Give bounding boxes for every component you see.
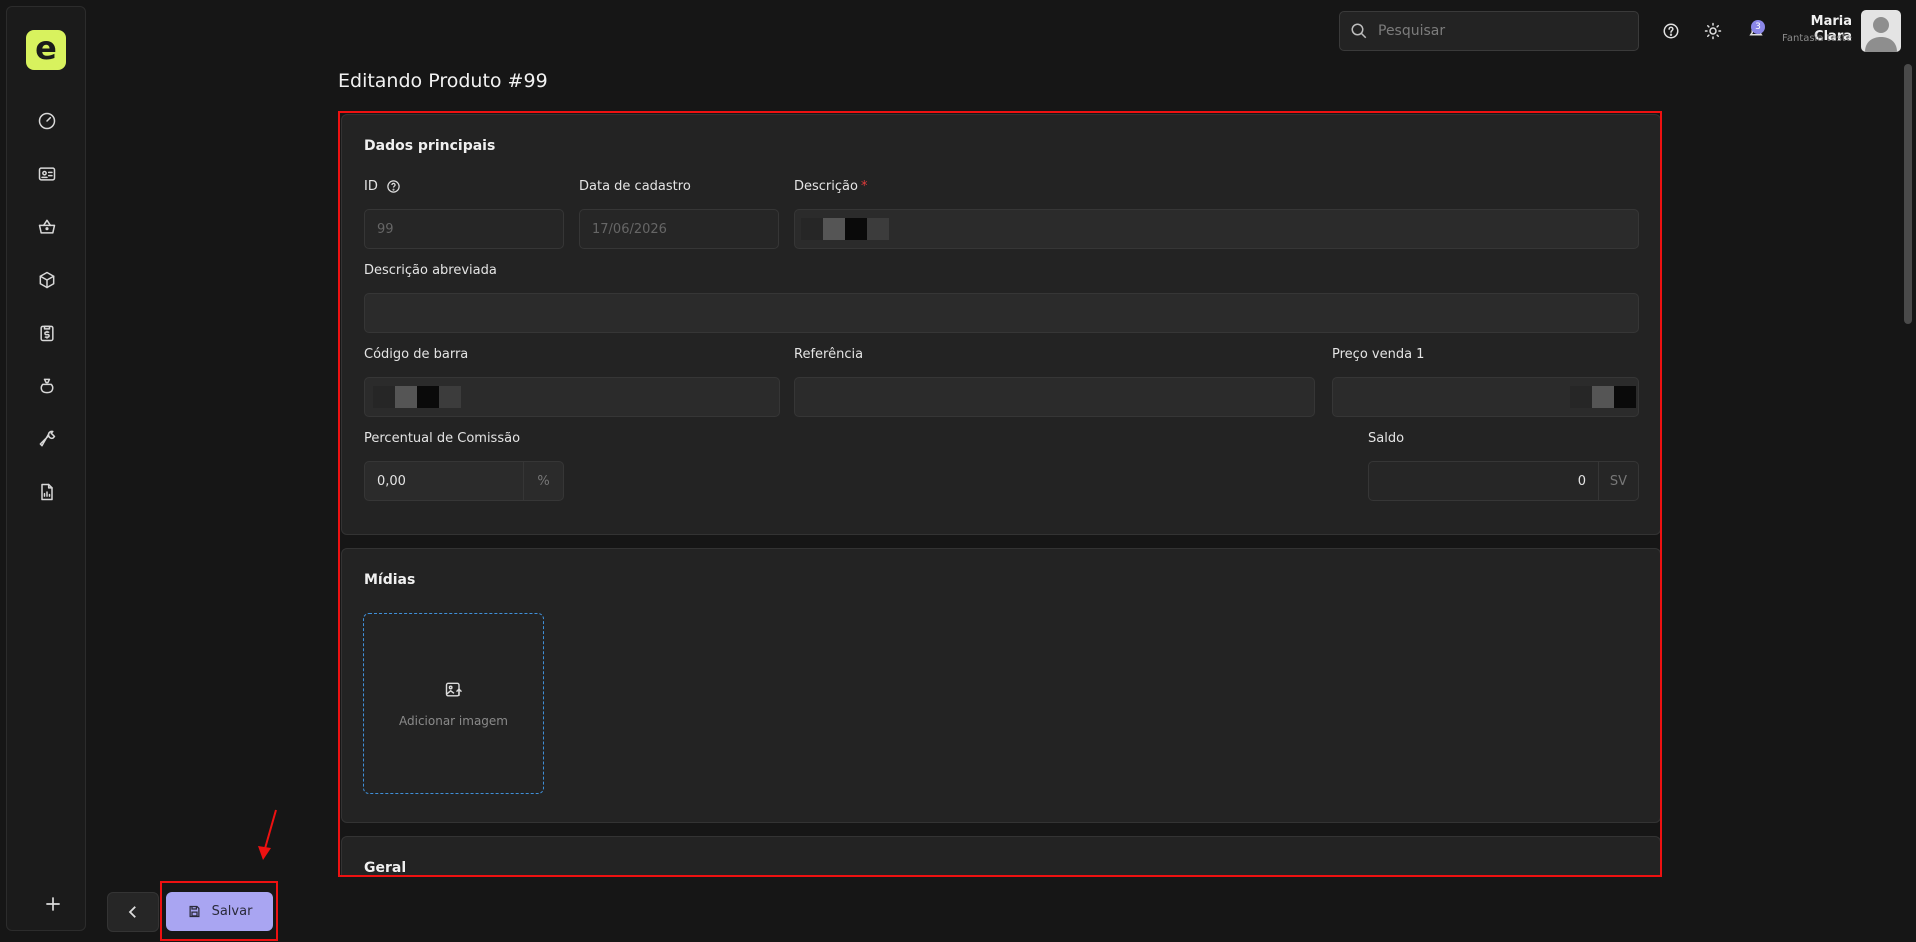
short-description-input[interactable] <box>364 293 1639 333</box>
description-label: Descrição <box>794 179 858 194</box>
id-value: 99 <box>377 221 394 237</box>
balance-value: 0 <box>1577 473 1586 489</box>
add-image-label: Adicionar imagem <box>399 713 508 728</box>
back-button[interactable] <box>107 892 159 932</box>
box-icon[interactable] <box>32 265 62 295</box>
commission-label: Percentual de Comissão <box>364 431 521 446</box>
theme-toggle-sun-icon[interactable] <box>1700 18 1726 44</box>
id-card-icon[interactable] <box>32 159 62 189</box>
date-label: Data de cadastro <box>579 179 691 194</box>
main-data-card: Dados principais ID 99 Data de cadastro … <box>341 114 1660 535</box>
plus-icon[interactable] <box>40 891 66 917</box>
general-card: Geral <box>341 836 1660 876</box>
notification-badge: 3 <box>1751 20 1765 34</box>
logo-letter: e <box>35 29 57 67</box>
balance-label: Saldo <box>1368 431 1405 446</box>
image-upload-icon <box>445 682 462 697</box>
required-marker: * <box>860 179 868 194</box>
page-title: Editando Produto #99 <box>338 70 548 92</box>
save-button[interactable]: Salvar <box>166 892 273 931</box>
date-value: 17/06/2026 <box>592 221 667 237</box>
add-image-dropzone[interactable]: Adicionar imagem <box>363 613 544 794</box>
reference-input[interactable] <box>794 377 1315 417</box>
commission-input[interactable]: 0,00 % <box>364 461 564 501</box>
reference-label: Referência <box>794 347 864 362</box>
search-icon <box>1351 23 1367 39</box>
app-logo[interactable]: e <box>26 30 66 70</box>
save-label: Salvar <box>211 904 253 919</box>
short-description-label: Descrição abreviada <box>364 263 497 278</box>
chevron-left-icon <box>128 906 136 918</box>
id-help-icon[interactable] <box>386 179 401 194</box>
price-label: Preço venda 1 <box>1332 347 1425 362</box>
balance-field: 0 SV <box>1368 461 1639 501</box>
annotation-arrow-icon <box>258 809 277 860</box>
barcode-label: Código de barra <box>364 347 469 362</box>
price-input[interactable] <box>1332 377 1639 417</box>
money-bag-icon[interactable] <box>32 371 62 401</box>
page-scrollbar[interactable] <box>1904 64 1912 324</box>
media-title: Mídias <box>364 572 416 588</box>
clipboard-dollar-icon[interactable] <box>32 318 62 348</box>
description-label-wrap: Descrição * <box>794 179 867 194</box>
main-data-title: Dados principais <box>364 138 496 154</box>
percent-addon: % <box>523 462 563 500</box>
date-field: 17/06/2026 <box>579 209 779 249</box>
avatar[interactable] <box>1861 10 1901 52</box>
search-box[interactable] <box>1339 11 1639 51</box>
report-chart-icon[interactable] <box>32 477 62 507</box>
description-input[interactable] <box>794 209 1639 249</box>
barcode-input[interactable] <box>364 377 780 417</box>
balance-unit-addon: SV <box>1598 462 1638 500</box>
floppy-disk-icon <box>189 905 200 918</box>
id-label: ID <box>364 179 378 194</box>
general-title: Geral <box>364 860 407 876</box>
sidebar: e <box>6 6 86 931</box>
wrench-icon[interactable] <box>32 424 62 454</box>
media-card: Mídias Adicionar imagem <box>341 548 1660 823</box>
commission-value: 0,00 <box>377 473 406 489</box>
id-label-wrap: ID <box>364 179 401 194</box>
help-icon[interactable] <box>1658 18 1684 44</box>
user-company: Fantasia teste <box>1782 33 1852 44</box>
shopping-basket-icon[interactable] <box>32 212 62 242</box>
id-field: 99 <box>364 209 564 249</box>
dashboard-gauge-icon[interactable] <box>32 106 62 136</box>
search-input[interactable] <box>1378 23 1618 39</box>
form-highlight-frame: Dados principais ID 99 Data de cadastro … <box>338 111 1662 877</box>
